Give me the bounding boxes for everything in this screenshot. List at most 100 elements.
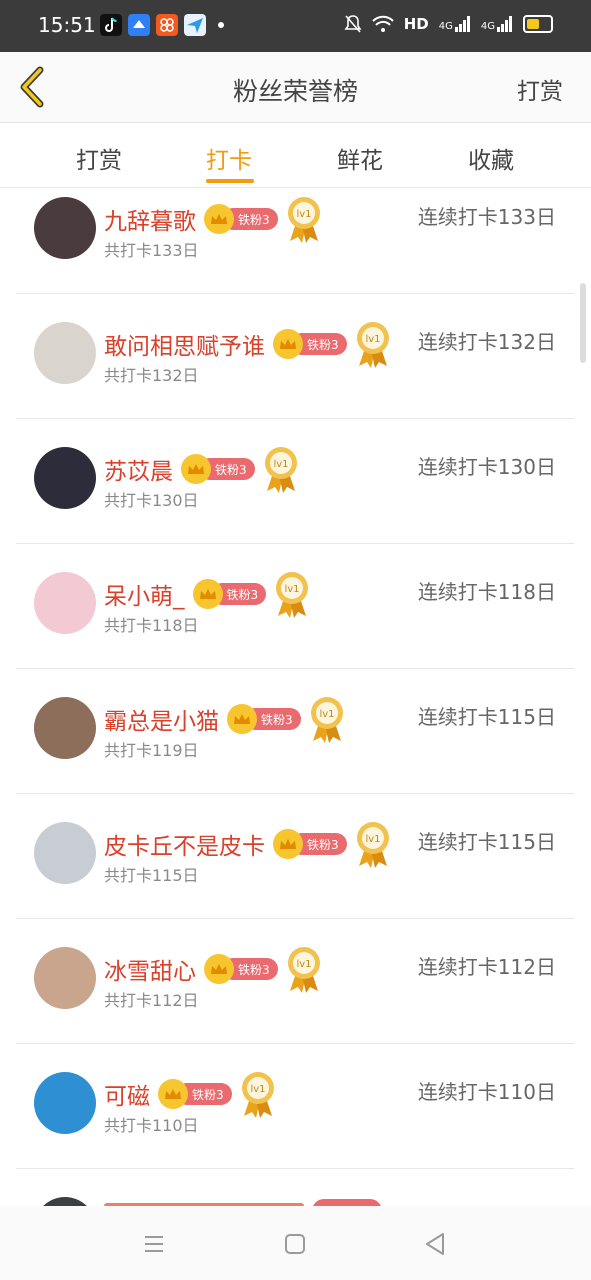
name-line: 苏苡晨 铁粉3 lv1 — [104, 445, 299, 493]
medal-level: lv1 — [250, 1084, 265, 1095]
medal-level: lv1 — [296, 209, 311, 220]
avatar[interactable] — [34, 1072, 96, 1134]
crown-icon — [158, 1079, 188, 1109]
medal-level: lv1 — [285, 584, 300, 595]
reward-button[interactable]: 打赏 — [517, 72, 563, 106]
name-line: 呆小萌_ 铁粉3 lv1 — [104, 570, 310, 618]
back-icon[interactable] — [417, 1226, 453, 1262]
tab-bar: 打赏 打卡 鲜花 收藏 — [0, 123, 591, 188]
streak-checkin: 连续打卡132日 — [417, 330, 556, 354]
user-name: 霸总是小猫 — [104, 709, 219, 735]
app-icon-orange — [156, 14, 178, 36]
medal-level: lv1 — [319, 709, 334, 720]
streak-checkin: 连续打卡133日 — [417, 205, 556, 229]
medal-icon: lv1 — [310, 697, 343, 743]
crown-icon — [181, 454, 211, 484]
total-checkin: 共打卡115日 — [104, 866, 199, 885]
list-item[interactable]: 可磁 铁粉3 lv1 共打卡110日 连续打卡110日 — [16, 1044, 574, 1169]
tab-checkin[interactable]: 打卡 — [206, 141, 252, 175]
fan-badge: 铁粉3 — [227, 704, 301, 734]
streak-checkin: 连续打卡112日 — [417, 955, 556, 979]
streak-checkin: 连续打卡115日 — [417, 830, 556, 854]
tiktok-icon — [100, 14, 122, 36]
avatar[interactable] — [34, 822, 96, 884]
medal-level: lv1 — [296, 959, 311, 970]
list-item[interactable]: 敢问相思赋予谁 铁粉3 lv1 共打卡132日 连续打卡132日 — [16, 294, 574, 419]
medal-level: lv1 — [273, 459, 288, 470]
crown-icon — [227, 704, 257, 734]
avatar[interactable] — [34, 572, 96, 634]
mute-icon — [344, 15, 362, 33]
avatar[interactable] — [34, 197, 96, 259]
total-checkin: 共打卡133日 — [104, 241, 199, 260]
signal-1: 4G — [439, 16, 471, 32]
status-time: 15:51 — [38, 13, 96, 37]
scrollbar[interactable] — [580, 283, 586, 363]
medal-icon: lv1 — [264, 447, 297, 493]
name-line: 九辞暮歌 铁粉3 lv1 — [104, 195, 322, 243]
battery-icon — [523, 15, 553, 33]
list-item[interactable]: 皮卡丘不是皮卡 铁粉3 lv1 共打卡115日 连续打卡115日 — [16, 794, 574, 919]
user-name: 冰雪甜心 — [104, 959, 196, 985]
medal-icon: lv1 — [287, 947, 320, 993]
name-line: 冰雪甜心 铁粉3 lv1 — [104, 945, 322, 993]
user-name: 可磁 — [104, 1084, 150, 1110]
avatar[interactable] — [34, 1197, 96, 1206]
crown-icon — [204, 204, 234, 234]
tab-flowers[interactable]: 鲜花 — [337, 141, 383, 175]
tab-reward[interactable]: 打赏 — [76, 141, 122, 175]
avatar[interactable] — [34, 697, 96, 759]
crown-icon — [273, 329, 303, 359]
user-name: 敢问相思赋予谁 — [104, 334, 265, 360]
page-title: 粉丝荣誉榜 — [232, 77, 358, 106]
avatar[interactable] — [34, 322, 96, 384]
checkin-ranking-list: 九辞暮歌 铁粉3 lv1 共打卡133日 连续打卡133日 敢问相思赋予谁 铁粉… — [0, 188, 591, 1206]
streak-checkin: 连续打卡110日 — [417, 1080, 556, 1104]
menu-icon[interactable] — [136, 1226, 172, 1262]
signal-2: 4G — [481, 16, 513, 32]
notification-icons — [100, 14, 224, 36]
total-checkin: 共打卡112日 — [104, 991, 199, 1010]
list-item[interactable]: 九辞暮歌 铁粉3 lv1 共打卡133日 连续打卡133日 — [16, 188, 574, 294]
more-notifications-icon — [218, 22, 224, 28]
list-item[interactable]: 霸总是小猫 铁粉3 lv1 共打卡119日 连续打卡115日 — [16, 669, 574, 794]
fan-badge: 铁粉3 — [192, 579, 267, 609]
medal-level: lv1 — [365, 334, 380, 345]
list-item[interactable] — [16, 1169, 574, 1206]
wifi-icon — [372, 15, 394, 32]
signal-icon — [497, 16, 512, 32]
hd-label: HD — [403, 15, 429, 33]
total-checkin: 共打卡110日 — [104, 1116, 199, 1135]
fan-badge: 铁粉3 — [273, 829, 347, 859]
user-name: 苏苡晨 — [104, 459, 173, 485]
crown-icon — [273, 829, 303, 859]
badge-placeholder — [312, 1199, 382, 1206]
user-name: 皮卡丘不是皮卡 — [104, 834, 265, 860]
tab-favorites[interactable]: 收藏 — [468, 141, 514, 175]
streak-checkin: 连续打卡118日 — [417, 580, 556, 604]
total-checkin: 共打卡119日 — [104, 741, 199, 760]
user-name: 呆小萌_ — [104, 584, 185, 610]
home-icon[interactable] — [277, 1226, 313, 1262]
total-checkin: 共打卡130日 — [104, 491, 199, 510]
fan-badge: 铁粉3 — [204, 954, 278, 984]
name-line: 霸总是小猫 铁粉3 lv1 — [104, 695, 345, 743]
list-item[interactable]: 苏苡晨 铁粉3 lv1 共打卡130日 连续打卡130日 — [16, 419, 574, 544]
active-tab-indicator — [206, 179, 254, 183]
medal-level: lv1 — [365, 834, 380, 845]
list-item[interactable]: 呆小萌_ 铁粉3 lv1 共打卡118日 连续打卡118日 — [16, 544, 574, 669]
medal-icon: lv1 — [287, 197, 320, 243]
signal-1-label: 4G — [438, 21, 453, 32]
app-icon-send — [184, 14, 206, 36]
avatar[interactable] — [34, 947, 96, 1009]
signal-icon — [454, 16, 470, 32]
name-line: 可磁 铁粉3 lv1 — [104, 1070, 276, 1118]
total-checkin: 共打卡118日 — [104, 616, 199, 635]
avatar[interactable] — [34, 447, 96, 509]
crown-icon — [192, 579, 223, 609]
signal-2-label: 4G — [480, 21, 495, 32]
user-name: 九辞暮歌 — [104, 209, 196, 235]
streak-checkin: 连续打卡115日 — [417, 705, 556, 729]
list-item[interactable]: 冰雪甜心 铁粉3 lv1 共打卡112日 连续打卡112日 — [16, 919, 574, 1044]
name-line: 皮卡丘不是皮卡 铁粉3 lv1 — [104, 820, 391, 868]
